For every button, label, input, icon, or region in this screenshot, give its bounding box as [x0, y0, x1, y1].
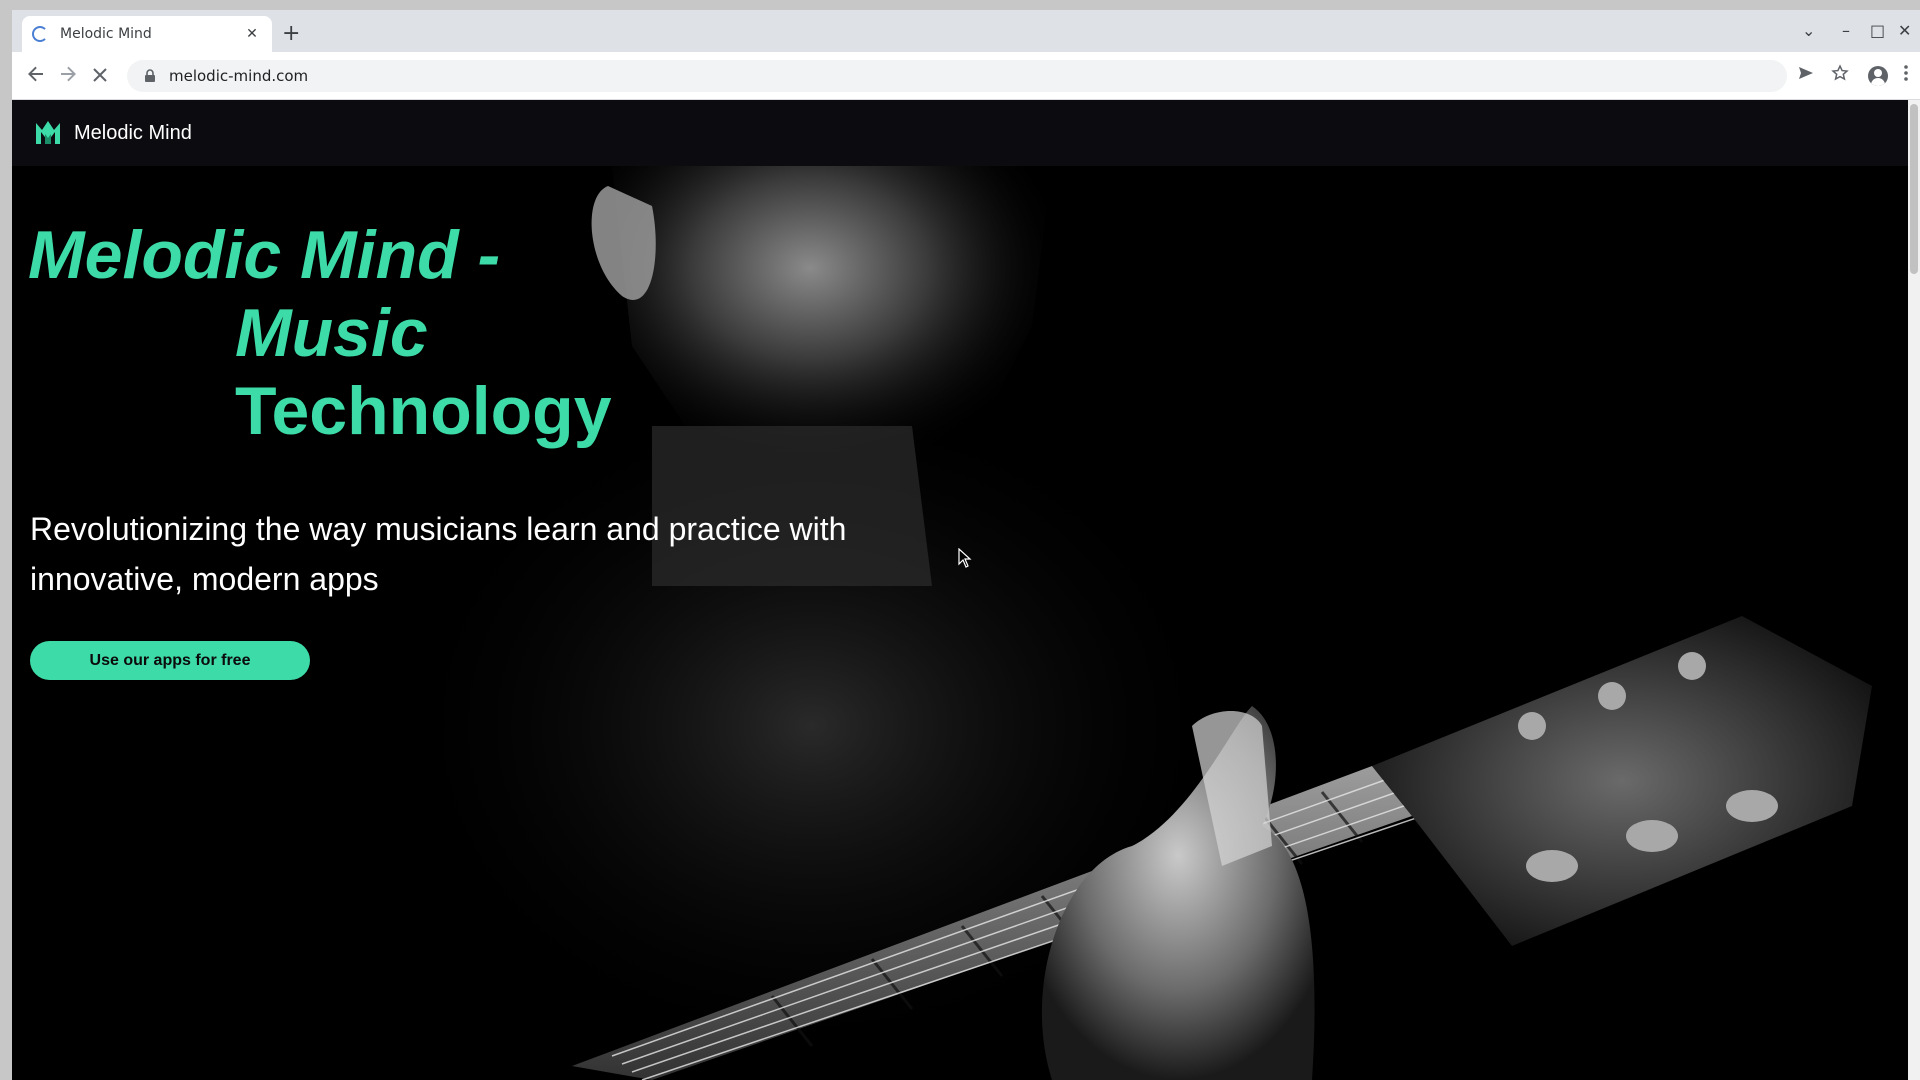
back-arrow-icon[interactable] — [24, 64, 48, 88]
hero-section: Melodic Mind - Music Technology Revoluti… — [12, 166, 1908, 1080]
profile-icon[interactable] — [1868, 66, 1888, 86]
close-window-button[interactable]: ✕ — [1898, 22, 1911, 40]
loading-spinner-icon — [32, 26, 48, 42]
new-tab-button[interactable]: + — [282, 23, 300, 45]
tab-search-icon[interactable]: ⌄ — [1802, 22, 1815, 40]
address-bar[interactable]: melodic-mind.com — [127, 60, 1787, 92]
minimize-button[interactable]: – — [1842, 22, 1850, 40]
maximize-button[interactable]: □ — [1870, 22, 1885, 40]
hero-title-line-1: Melodic Mind - — [28, 217, 501, 293]
tab-strip: Melodic Mind ✕ + ⌄ – □ ✕ — [12, 10, 1920, 52]
hero-title-line-3: Technology — [235, 373, 612, 449]
mouse-cursor-icon — [958, 548, 972, 568]
browser-toolbar: melodic-mind.com — [12, 52, 1920, 100]
send-icon[interactable] — [1794, 64, 1818, 88]
tab-close-icon[interactable]: ✕ — [242, 26, 262, 42]
site-header: Melodic Mind — [12, 100, 1908, 166]
lock-icon[interactable] — [143, 69, 157, 83]
forward-arrow-icon[interactable] — [56, 64, 80, 88]
browser-window: Melodic Mind ✕ + ⌄ – □ ✕ melodic-mind.co… — [12, 10, 1920, 1080]
melodic-mind-logo-icon[interactable] — [34, 120, 62, 146]
tab-title: Melodic Mind — [60, 26, 152, 42]
hero-title: Melodic Mind - Music Technology — [28, 216, 668, 450]
hero-subtitle: Revolutionizing the way musicians learn … — [30, 511, 847, 597]
tab-melodic-mind[interactable]: Melodic Mind ✕ — [22, 16, 272, 52]
stop-loading-icon[interactable] — [88, 64, 112, 88]
use-apps-free-button[interactable]: Use our apps for free — [30, 641, 310, 680]
hero-title-line-2: Music — [235, 295, 428, 371]
page-viewport: Melodic Mind Melodic Mind - Music Techno… — [12, 100, 1908, 1080]
url-text[interactable]: melodic-mind.com — [169, 67, 308, 85]
star-icon[interactable] — [1828, 64, 1852, 88]
brand-name[interactable]: Melodic Mind — [74, 122, 192, 145]
kebab-menu-icon[interactable] — [1898, 64, 1914, 88]
page-scrollbar[interactable] — [1908, 100, 1920, 1080]
scrollbar-thumb[interactable] — [1910, 104, 1918, 274]
